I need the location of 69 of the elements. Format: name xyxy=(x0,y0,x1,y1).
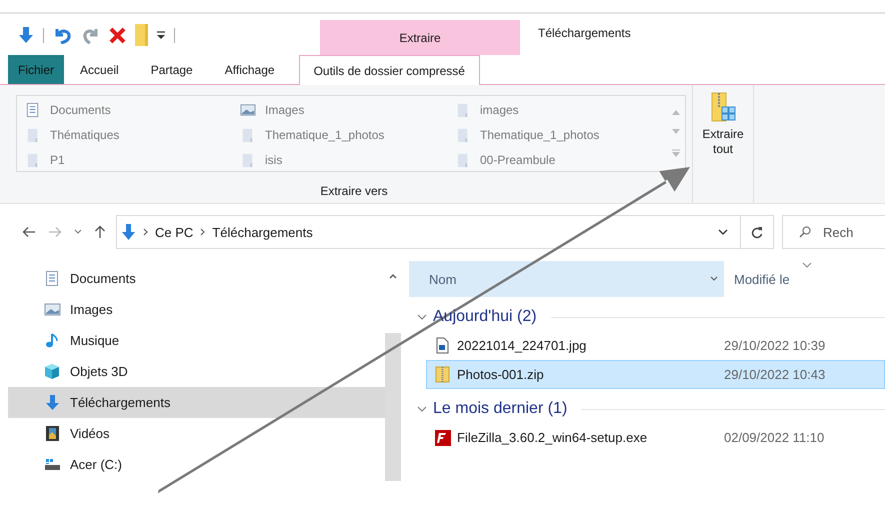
gallery-item[interactable]: isis xyxy=(265,152,282,166)
document-icon xyxy=(25,102,41,118)
breadcrumb[interactable]: Ce PC xyxy=(155,224,194,240)
gallery-item[interactable]: P1 xyxy=(50,152,65,166)
ribbon-tab[interactable]: Affichage xyxy=(208,55,291,84)
breadcrumb-chevron-icon[interactable] xyxy=(143,228,148,236)
download-arrow-icon xyxy=(121,223,136,241)
gallery-item[interactable]: Images xyxy=(265,102,304,116)
up-arrow-icon[interactable] xyxy=(94,225,106,239)
nav-item[interactable]: Musique xyxy=(8,325,385,356)
picture-icon xyxy=(44,301,61,318)
file-name[interactable]: 20221014_224701.jpg xyxy=(457,338,586,353)
refresh-icon xyxy=(751,226,763,238)
music-note-icon xyxy=(44,332,61,349)
document-icon xyxy=(44,270,61,287)
file-name[interactable]: Photos-001.zip xyxy=(457,367,544,382)
gallery-item[interactable]: images xyxy=(480,102,519,116)
close-icon[interactable] xyxy=(109,26,126,44)
drive-icon xyxy=(44,456,61,473)
sort-chevron-icon xyxy=(802,262,812,268)
scrollbar-thumb[interactable] xyxy=(385,333,401,481)
file-name[interactable]: FileZilla_3.60.2_win64-setup.exe xyxy=(457,430,648,445)
film-icon xyxy=(44,425,61,442)
search-field[interactable]: Rech xyxy=(782,215,885,249)
download-arrow-icon xyxy=(44,394,61,411)
chevron-down-icon[interactable] xyxy=(710,276,718,282)
file-row[interactable]: Photos-001.zip 29/10/2022 10:43 xyxy=(426,360,885,389)
nav-item[interactable]: Téléchargements xyxy=(8,387,385,418)
column-header[interactable]: Nom xyxy=(409,261,724,297)
window-title: Téléchargements xyxy=(537,25,631,40)
ribbon-tab[interactable]: Outils de dossier compressé xyxy=(298,55,480,85)
zipped-folder-icon xyxy=(434,366,451,383)
nav-item[interactable]: Objets 3D xyxy=(8,356,385,387)
nav-item[interactable]: Images xyxy=(8,294,385,325)
group-header[interactable]: Le mois dernier (1) xyxy=(433,400,568,418)
undo-icon[interactable] xyxy=(53,26,73,44)
gallery-item[interactable]: Thematique_1_photos xyxy=(265,128,384,142)
fz-icon xyxy=(434,429,451,446)
breadcrumb[interactable]: Téléchargements xyxy=(212,224,313,240)
file-date: 29/10/2022 10:39 xyxy=(724,338,826,353)
nav-item[interactable]: Vidéos xyxy=(8,418,385,449)
chevron-down-icon[interactable] xyxy=(718,228,728,236)
group-label: Extraire vers xyxy=(319,183,389,198)
context-tab-header: Extraire xyxy=(320,20,520,55)
redo-icon[interactable] xyxy=(82,26,100,44)
refresh-button[interactable] xyxy=(740,215,774,249)
scroll-up-icon[interactable] xyxy=(389,273,397,279)
dropdown-icon[interactable] xyxy=(157,30,165,40)
gallery-item[interactable]: Thematique_1_photos xyxy=(480,128,600,142)
file-date: 02/09/2022 11:10 xyxy=(724,430,824,445)
column-header[interactable]: Modifié le xyxy=(724,272,790,286)
ribbon-tab[interactable]: Partage xyxy=(134,55,209,84)
extract-all-button[interactable]: Extraire tout xyxy=(693,85,754,203)
image-file-icon xyxy=(434,337,451,354)
gallery-item[interactable]: Documents xyxy=(50,102,111,116)
ribbon-tab[interactable]: Accueil xyxy=(64,55,135,84)
gallery-item[interactable]: Thématiques xyxy=(50,128,120,142)
cube-icon xyxy=(44,363,61,380)
picture-icon xyxy=(240,102,256,118)
download-arrow-icon[interactable] xyxy=(18,26,34,44)
file-date: 29/10/2022 10:43 xyxy=(724,367,826,382)
nav-item[interactable]: Documents xyxy=(8,263,385,294)
address-bar[interactable]: Ce PC Téléchargements xyxy=(116,215,741,249)
file-menu-tab[interactable]: Fichier xyxy=(8,55,64,84)
gallery-item[interactable]: 00-Preambule xyxy=(480,152,556,166)
back-arrow-icon[interactable] xyxy=(22,226,36,238)
search-icon xyxy=(799,226,811,238)
nav-item[interactable]: Acer (C:) xyxy=(8,449,385,480)
breadcrumb-chevron-icon[interactable] xyxy=(200,228,206,236)
